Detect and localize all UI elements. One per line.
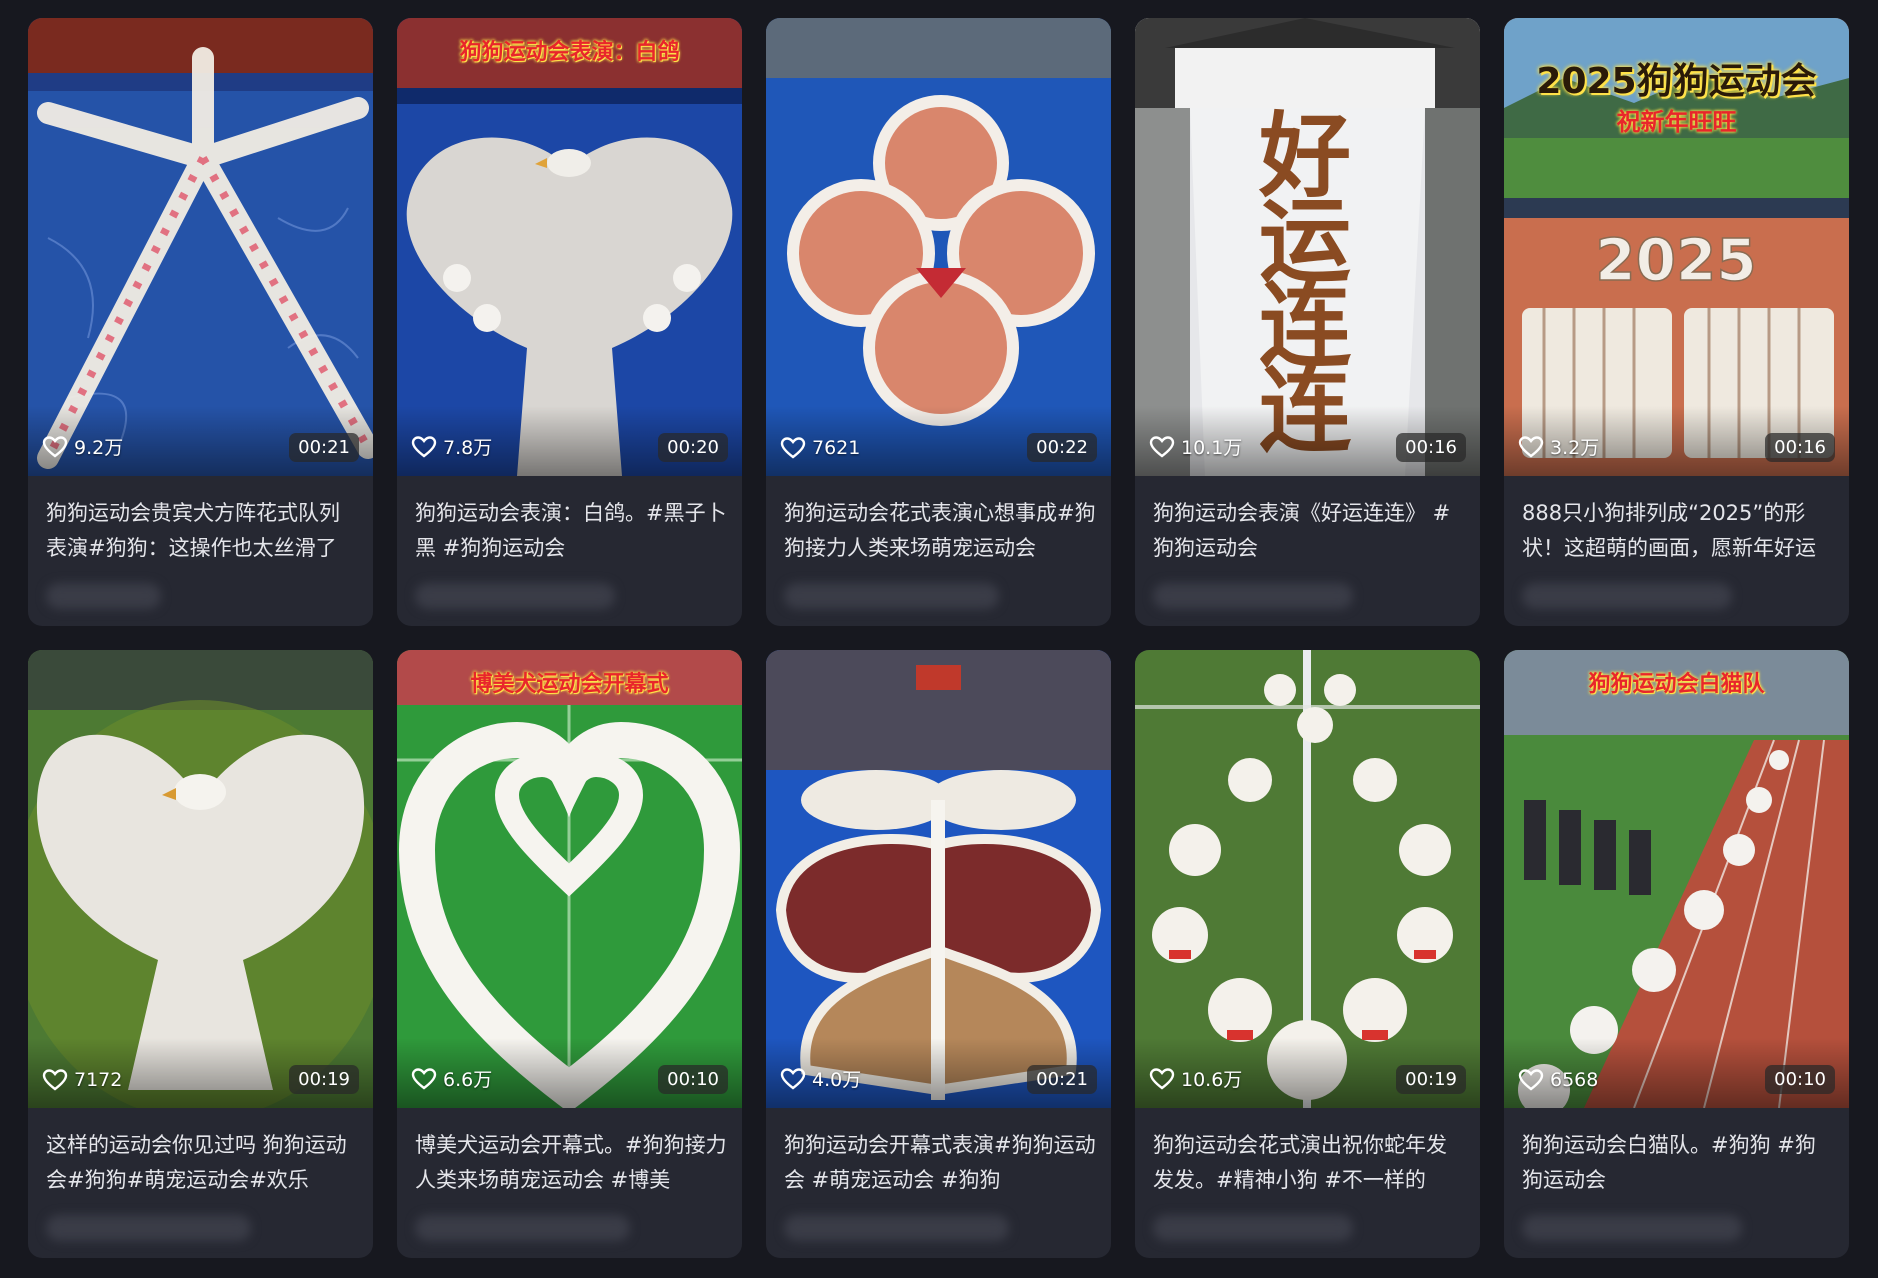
duration-badge: 00:16 [1396,433,1466,462]
video-grid: 9.2万 00:21 狗狗运动会贵宾犬方阵花式队列表演#狗狗：这操作也太丝滑了 … [28,18,1849,1258]
like-count: 7172 [42,1068,122,1092]
like-count-text: 9.2万 [74,437,124,459]
thumbnail-year: 2025 [1595,226,1756,294]
like-count-text: 7.8万 [443,437,493,459]
heart-outline-icon [1149,1067,1175,1090]
video-description[interactable]: 狗狗运动会贵宾犬方阵花式队列表演#狗狗：这操作也太丝滑了 [46,496,358,566]
like-count: 9.2万 [42,433,123,460]
author-info-blurred [1153,1215,1353,1241]
heart-outline-icon [411,435,437,458]
video-card[interactable]: 狗狗运动会表演：白鸽 7.8万 00:20 狗狗运动会表演：白鸽。#黑子卜黑 #… [397,18,742,626]
video-thumbnail[interactable]: 博美犬运动会开幕式 6.6万 00:10 [397,650,742,1108]
like-count-text: 10.1万 [1181,437,1243,459]
duration-badge: 00:20 [658,433,728,462]
like-count: 6.6万 [411,1065,492,1092]
video-card[interactable]: 2025 2025狗狗运动会 祝新年旺旺 3.2万 00:16 888只小狗排列… [1504,18,1849,626]
thumbnail-overlay-title: 2025狗狗运动会 [1536,61,1817,102]
thumbnail-overlay-subtitle: 祝新年旺旺 [1616,108,1737,136]
heart-outline-icon [42,435,68,458]
like-count-text: 6.6万 [443,1069,493,1091]
like-count: 6568 [1518,1068,1598,1092]
like-count: 10.6万 [1149,1065,1242,1092]
duration-badge: 00:21 [289,433,359,462]
like-count-text: 6568 [1550,1069,1599,1091]
video-thumbnail[interactable]: 7172 00:19 [28,650,373,1108]
video-description[interactable]: 狗狗运动会表演《好运连连》 #狗狗运动会 [1153,496,1465,566]
thumbnail-overlay-title: 狗狗运动会白猫队 [1588,672,1765,697]
video-thumbnail[interactable]: 好 运 连 连 10.1万 00:16 [1135,18,1480,476]
thumbnail-overlay-title: 狗狗运动会表演：白鸽 [459,40,680,65]
video-card[interactable]: 7621 00:22 狗狗运动会花式表演心想事成#狗狗接力人类来场萌宠运动会 [766,18,1111,626]
video-thumbnail[interactable]: 10.6万 00:19 [1135,650,1480,1108]
duration-badge: 00:10 [1765,1065,1835,1094]
like-count: 4.0万 [780,1065,861,1092]
author-info-blurred [415,1215,630,1241]
heart-outline-icon [411,1067,437,1090]
duration-badge: 00:19 [1396,1065,1466,1094]
video-description[interactable]: 狗狗运动会表演：白鸽。#黑子卜黑 #狗狗运动会 [415,496,727,566]
heart-outline-icon [1149,435,1175,458]
video-description[interactable]: 狗狗运动会白猫队。#狗狗 #狗狗运动会 [1522,1128,1834,1198]
video-thumbnail[interactable]: 狗狗运动会白猫队 6568 00:10 [1504,650,1849,1108]
heart-outline-icon [42,1069,68,1091]
video-description[interactable]: 888只小狗排列成“2025”的形状！这超萌的画面，愿新年好运 [1522,496,1834,566]
like-count: 10.1万 [1149,433,1242,460]
author-info-blurred [46,1215,251,1241]
duration-badge: 00:22 [1027,433,1097,462]
like-count-text: 10.6万 [1181,1069,1243,1091]
video-card[interactable]: 10.6万 00:19 狗狗运动会花式演出祝你蛇年发发发。#精神小狗 #不一样的 [1135,650,1480,1258]
video-card[interactable]: 4.0万 00:21 狗狗运动会开幕式表演#狗狗运动会 #萌宠运动会 #狗狗 [766,650,1111,1258]
author-info-blurred [415,583,615,609]
author-info-blurred [1522,1215,1742,1241]
like-count-text: 7621 [812,437,861,459]
heart-outline-icon [1518,1069,1544,1091]
like-count-text: 7172 [74,1069,123,1091]
video-thumbnail[interactable]: 9.2万 00:21 [28,18,373,476]
video-thumbnail[interactable]: 7621 00:22 [766,18,1111,476]
video-card[interactable]: 7172 00:19 这样的运动会你见过吗 狗狗运动会#狗狗#萌宠运动会#欢乐 [28,650,373,1258]
video-thumbnail[interactable]: 狗狗运动会表演：白鸽 7.8万 00:20 [397,18,742,476]
author-info-blurred [46,583,161,609]
duration-badge: 00:19 [289,1065,359,1094]
video-description[interactable]: 狗狗运动会花式表演心想事成#狗狗接力人类来场萌宠运动会 [784,496,1096,566]
video-card[interactable]: 好 运 连 连 10.1万 00:16 狗狗运动会表演《好运连连》 #狗狗运动会 [1135,18,1480,626]
video-card[interactable]: 9.2万 00:21 狗狗运动会贵宾犬方阵花式队列表演#狗狗：这操作也太丝滑了 [28,18,373,626]
author-info-blurred [784,583,999,609]
heart-outline-icon [1518,435,1544,458]
heart-outline-icon [780,1067,806,1090]
video-card[interactable]: 博美犬运动会开幕式 6.6万 00:10 博美犬运动会开幕式。#狗狗接力人类来场… [397,650,742,1258]
video-thumbnail[interactable]: 4.0万 00:21 [766,650,1111,1108]
duration-badge: 00:21 [1027,1065,1097,1094]
duration-badge: 00:10 [658,1065,728,1094]
like-count: 7621 [780,436,860,460]
duration-badge: 00:16 [1765,433,1835,462]
like-count: 3.2万 [1518,433,1599,460]
video-description[interactable]: 这样的运动会你见过吗 狗狗运动会#狗狗#萌宠运动会#欢乐 [46,1128,358,1198]
thumbnail-overlay-title: 博美犬运动会开幕式 [470,672,669,697]
author-info-blurred [784,1215,1009,1241]
video-thumbnail[interactable]: 2025 2025狗狗运动会 祝新年旺旺 3.2万 00:16 [1504,18,1849,476]
video-description[interactable]: 狗狗运动会花式演出祝你蛇年发发发。#精神小狗 #不一样的 [1153,1128,1465,1198]
like-count-text: 4.0万 [812,1069,862,1091]
heart-outline-icon [780,437,806,459]
video-description[interactable]: 狗狗运动会开幕式表演#狗狗运动会 #萌宠运动会 #狗狗 [784,1128,1096,1198]
video-card[interactable]: 狗狗运动会白猫队 6568 00:10 狗狗运动会白猫队。#狗狗 #狗狗运动会 [1504,650,1849,1258]
like-count-text: 3.2万 [1550,437,1600,459]
like-count: 7.8万 [411,433,492,460]
video-description[interactable]: 博美犬运动会开幕式。#狗狗接力人类来场萌宠运动会 #博美 [415,1128,727,1198]
author-info-blurred [1153,583,1353,609]
author-info-blurred [1522,583,1732,609]
